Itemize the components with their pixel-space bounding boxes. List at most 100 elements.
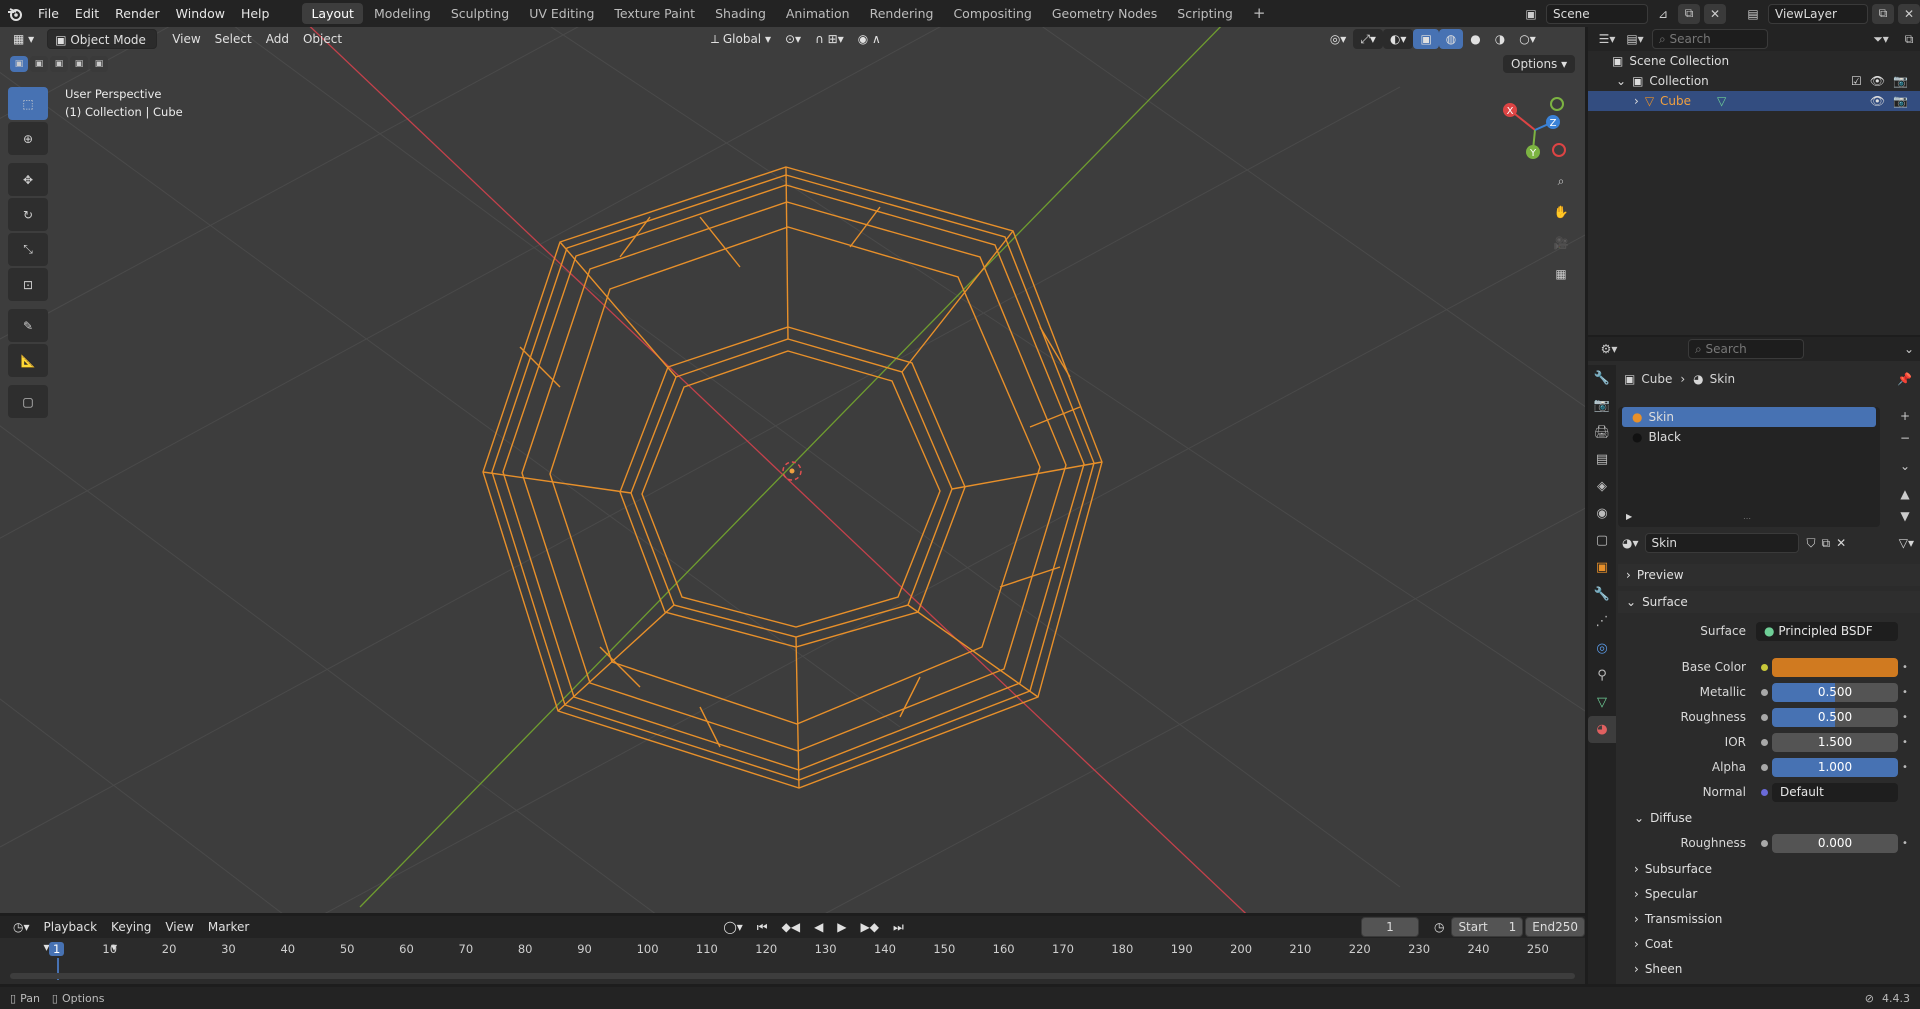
cube-visibility-eye-icon[interactable]: 👁 xyxy=(1870,91,1885,111)
menu-window[interactable]: Window xyxy=(168,0,233,27)
move-slot-down-icon[interactable]: ▼ xyxy=(1896,507,1914,525)
normal-field[interactable]: Default xyxy=(1772,782,1898,802)
metallic-keyframe-icon[interactable]: • xyxy=(1898,687,1912,698)
slot-skin[interactable]: ● Skin xyxy=(1622,407,1876,427)
ortho-grid-icon[interactable]: ▦ xyxy=(1547,260,1575,288)
view-layer-field[interactable]: ViewLayer xyxy=(1768,3,1868,24)
outliner-scene-collection[interactable]: ▣ Scene Collection xyxy=(1588,51,1920,71)
editor-type-icon[interactable]: ▦ ▾ xyxy=(6,29,41,49)
transform-icon[interactable]: ⊡ xyxy=(8,268,48,301)
menu-object[interactable]: Object xyxy=(296,29,349,49)
modifier-tab-icon[interactable]: 🔧 xyxy=(1588,581,1616,608)
prev-keyframe-icon[interactable]: ◆◀ xyxy=(775,917,807,937)
preview-range-icon[interactable]: ◷ xyxy=(1427,917,1451,937)
chevron-down-icon[interactable]: ⌄ xyxy=(1616,71,1626,91)
list-resize-handle-icon[interactable]: ⋯ xyxy=(1743,514,1751,523)
material-name-field[interactable]: Skin xyxy=(1644,533,1799,553)
diffuse-roughness-keyframe-icon[interactable]: • xyxy=(1898,838,1912,849)
output-tab-icon[interactable]: 🖨 xyxy=(1588,419,1616,446)
alpha-keyframe-icon[interactable]: • xyxy=(1898,762,1912,773)
shading-solid-icon[interactable]: ● xyxy=(1463,29,1487,49)
base-color-swatch[interactable] xyxy=(1772,657,1898,677)
exclude-checkbox-icon[interactable]: ☑ xyxy=(1851,71,1862,91)
pin-icon[interactable]: 📌 xyxy=(1897,372,1912,386)
material-browse-icon[interactable]: ◕▾ xyxy=(1622,536,1639,550)
view-layer-tab-icon[interactable]: ▤ xyxy=(1588,446,1616,473)
menu-render[interactable]: Render xyxy=(107,0,168,27)
menu-timeline-view[interactable]: View xyxy=(158,917,200,937)
section-sheen[interactable]: › Sheen xyxy=(1618,958,1920,980)
section-transmission[interactable]: › Transmission xyxy=(1618,908,1920,930)
select-subtract-icon[interactable]: ▣ xyxy=(50,56,68,72)
select-invert-icon[interactable]: ▣ xyxy=(70,56,88,72)
gizmo-icon[interactable]: ⤢▾ xyxy=(1353,29,1383,49)
add-cube-icon[interactable]: ▢ xyxy=(8,385,48,418)
pivot-icon[interactable]: ⊙▾ xyxy=(778,29,808,49)
menu-help[interactable]: Help xyxy=(233,0,278,27)
section-subsurface[interactable]: › Subsurface xyxy=(1618,858,1920,880)
base-color-socket-icon[interactable] xyxy=(1760,663,1768,671)
physics-tab-icon[interactable]: ◎ xyxy=(1588,635,1616,662)
blender-logo-icon[interactable] xyxy=(0,0,30,27)
material-link-icon[interactable]: ▽▾ xyxy=(1899,536,1914,550)
ior-field[interactable]: 1.500 xyxy=(1772,732,1898,752)
move-slot-up-icon[interactable]: ▲ xyxy=(1896,485,1914,503)
select-box-icon[interactable]: ⬚ xyxy=(8,87,48,120)
current-frame-field[interactable]: 1 xyxy=(1360,917,1419,937)
roughness-keyframe-icon[interactable]: • xyxy=(1898,712,1912,723)
ior-keyframe-icon[interactable]: • xyxy=(1898,737,1912,748)
menu-view[interactable]: View xyxy=(165,29,207,49)
tab-geometry-nodes[interactable]: Geometry Nodes xyxy=(1043,3,1166,24)
metallic-slider[interactable]: 0.500 xyxy=(1772,682,1898,702)
next-keyframe-icon[interactable]: ▶◆ xyxy=(854,917,886,937)
select-extend-icon[interactable]: ▣ xyxy=(30,56,48,72)
filter-icon[interactable]: ⏷▾ xyxy=(1870,29,1892,49)
section-diffuse[interactable]: ⌄ Diffuse xyxy=(1618,807,1920,829)
select-intersect-icon[interactable]: ▣ xyxy=(90,56,108,72)
proportional-edit-icon[interactable]: ◉ ∧ xyxy=(851,29,888,49)
tab-sculpting[interactable]: Sculpting xyxy=(442,3,518,24)
particles-tab-icon[interactable]: ⋰ xyxy=(1588,608,1616,635)
menu-keying[interactable]: Keying ▾ xyxy=(104,917,158,954)
camera-view-icon[interactable]: 🎥 xyxy=(1547,229,1575,257)
zoom-icon[interactable]: ⌕ xyxy=(1547,167,1575,195)
start-frame-field[interactable]: Start 1 xyxy=(1451,917,1524,937)
outliner-cube[interactable]: › ▽ Cube ▽ 👁 📷 xyxy=(1588,91,1920,111)
visibility-eye-icon[interactable]: 👁 xyxy=(1870,71,1885,91)
scene-name-field[interactable]: Scene xyxy=(1546,3,1648,24)
list-expand-icon[interactable]: ▶ xyxy=(1626,512,1632,521)
mode-dropdown[interactable]: ▣ Object Mode ▾ xyxy=(47,29,158,67)
new-collection-icon[interactable]: ⧉ xyxy=(1898,29,1920,49)
delete-view-layer-icon[interactable]: ✕ xyxy=(1898,3,1920,24)
tab-shading[interactable]: Shading xyxy=(706,3,775,24)
chevron-right-icon[interactable]: › xyxy=(1634,91,1639,111)
tab-compositing[interactable]: Compositing xyxy=(944,3,1040,24)
slot-specials-icon[interactable]: ⌄ xyxy=(1896,457,1914,475)
cube-render-camera-icon[interactable]: 📷 xyxy=(1893,91,1908,111)
duplicate-material-icon[interactable]: ⧉ xyxy=(1822,536,1831,551)
alpha-socket-icon[interactable] xyxy=(1760,763,1768,771)
menu-file[interactable]: File xyxy=(30,0,67,27)
section-preview[interactable]: › Preview xyxy=(1618,564,1920,586)
play-icon[interactable]: ▶ xyxy=(830,917,853,937)
section-surface[interactable]: ⌄ Surface xyxy=(1618,591,1920,613)
new-scene-icon[interactable]: ⧉ xyxy=(1678,3,1700,24)
fake-user-icon[interactable]: ⛉ xyxy=(1807,536,1816,551)
menu-marker[interactable]: Marker xyxy=(201,917,256,937)
mesh-data-icon[interactable]: ▽ xyxy=(1717,91,1726,111)
options-button[interactable]: Options ▾ xyxy=(1503,55,1576,73)
slot-black[interactable]: ● Black xyxy=(1622,427,1876,447)
ior-socket-icon[interactable] xyxy=(1760,738,1768,746)
menu-add[interactable]: Add xyxy=(259,29,296,49)
measure-icon[interactable]: 📐 xyxy=(8,344,48,377)
scene-type-icon[interactable]: ▣ xyxy=(1520,4,1542,24)
outliner-editor-icon[interactable]: ☰▾ xyxy=(1596,29,1618,49)
diffuse-roughness-socket-icon[interactable] xyxy=(1760,839,1768,847)
tab-texture-paint[interactable]: Texture Paint xyxy=(605,3,704,24)
section-coat[interactable]: › Coat xyxy=(1618,933,1920,955)
pin-scene-icon[interactable]: ⊿ xyxy=(1652,4,1674,24)
orientation-dropdown[interactable]: ⟂ Global ▾ xyxy=(704,29,778,49)
3d-viewport[interactable]: ▦ ▾ ▣ Object Mode ▾ View Select Add Obje… xyxy=(0,27,1585,913)
tab-animation[interactable]: Animation xyxy=(777,3,859,24)
menu-edit[interactable]: Edit xyxy=(67,0,107,27)
